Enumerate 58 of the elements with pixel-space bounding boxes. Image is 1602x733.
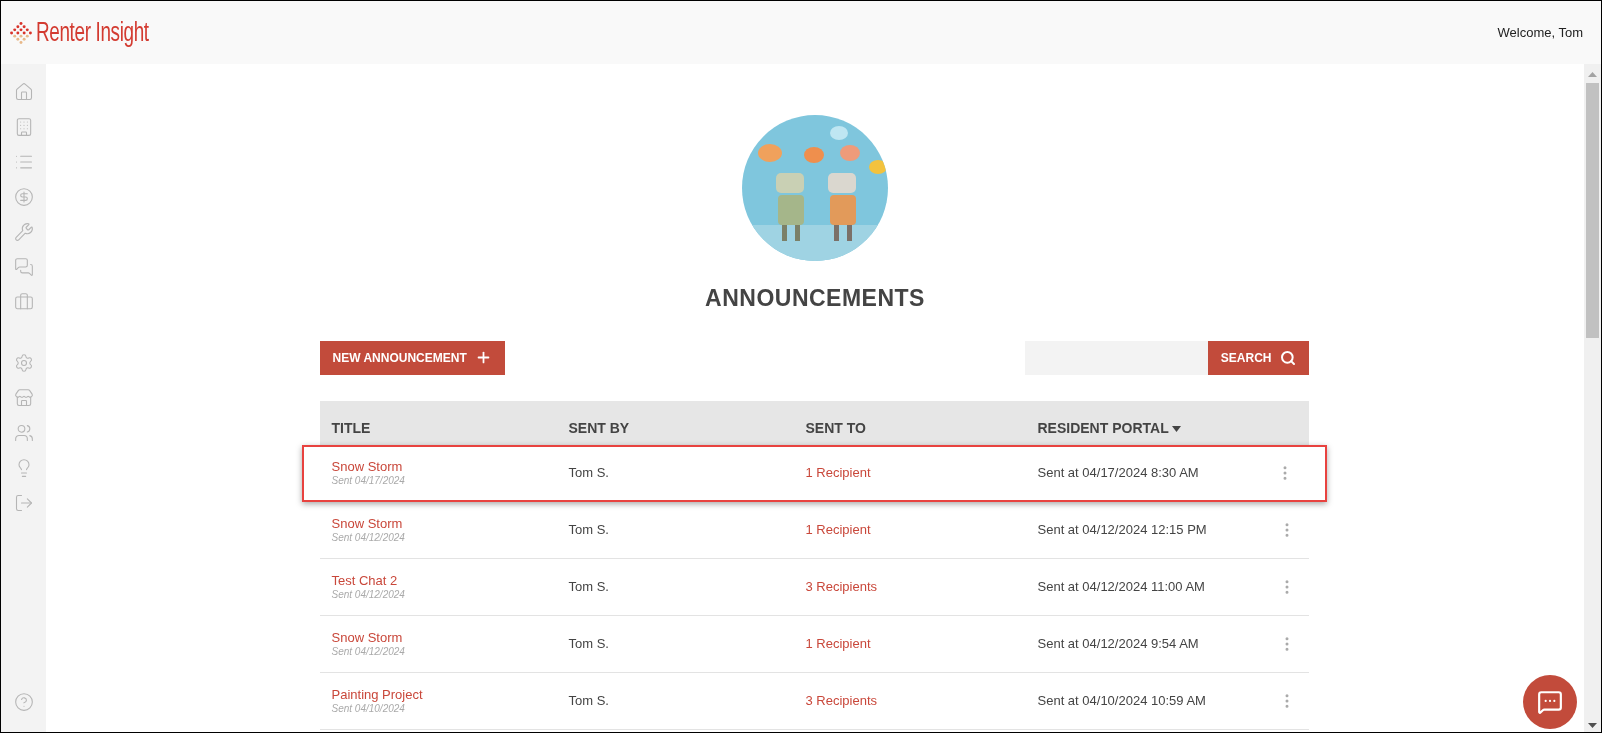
scroll-up-icon[interactable] <box>1588 72 1597 77</box>
portal-status-text: Sent at 04/12/2024 12:15 PM <box>1037 520 1208 539</box>
chat-button[interactable] <box>1523 675 1577 729</box>
portal-status-text: Sent at 04/10/2024 10:59 AM <box>1037 691 1207 710</box>
store-icon[interactable] <box>13 388 34 408</box>
portal-status-text: Sent at 04/12/2024 9:54 AM <box>1037 634 1200 653</box>
search-button[interactable]: SEARCH <box>1207 340 1309 375</box>
sender-text: Tom S. <box>568 691 610 710</box>
announcement-title-link[interactable]: Snow Storm <box>331 459 569 475</box>
sent-date: Sent 04/17/2024 <box>331 475 406 487</box>
logout-icon[interactable] <box>13 493 34 513</box>
recipients-link[interactable]: 3 Recipients <box>805 690 1038 711</box>
column-header[interactable]: TITLE <box>331 418 569 439</box>
column-header[interactable]: SENT BY <box>568 418 806 439</box>
announcement-title-link[interactable]: Snow Storm <box>331 629 569 646</box>
table-row[interactable]: Snow Storm Sent 04/12/2024 Tom S. 1 Recipient Sent at 04/12/2024 9:54 AM <box>319 615 1309 673</box>
logo-icon <box>10 20 32 45</box>
logo-text: Renter Insight <box>36 16 149 50</box>
announcement-title-link[interactable]: Snow Storm <box>331 515 569 532</box>
column-header[interactable]: RESIDENT PORTAL <box>1037 418 1265 439</box>
table-row[interactable]: Snow Storm Sent 04/17/2024 Tom S. 1 Recipient Sent at 04/17/2024 8:30 AM <box>301 444 1327 502</box>
column-header[interactable]: SENT TO <box>805 418 1038 439</box>
sent-date: Sent 04/10/2024 <box>331 702 406 715</box>
scroll-down-icon[interactable] <box>1588 723 1597 728</box>
chat-icon <box>1537 689 1563 715</box>
table-row[interactable]: Test Chat 2 Sent 04/12/2024 Tom S. 3 Recipients Sent at 04/12/2024 11:00 AM <box>319 558 1309 616</box>
scrollbar[interactable] <box>1584 64 1601 732</box>
recipients-link[interactable]: 1 Recipient <box>805 463 1038 483</box>
sent-date: Sent 04/12/2024 <box>331 531 406 544</box>
search-field[interactable] <box>1024 340 1208 375</box>
table-row[interactable]: Painting Project Sent 04/10/2024 Tom S. 3 Recipients Sent at 04/10/2024 10:59 AM <box>319 672 1309 730</box>
sender-text: Tom S. <box>568 464 610 483</box>
recipients-link[interactable]: 1 Recipient <box>805 519 1038 540</box>
users-icon[interactable] <box>13 423 34 443</box>
portal-status-text: Sent at 04/17/2024 8:30 AM <box>1037 464 1200 483</box>
search-icon <box>1279 349 1296 366</box>
sender-text: Tom S. <box>568 577 610 596</box>
wrench-icon[interactable] <box>13 222 34 242</box>
welcome-text: Welcome, Tom <box>1497 23 1583 42</box>
help-icon[interactable] <box>13 692 34 712</box>
dollar-icon[interactable] <box>13 187 34 207</box>
announcement-title-link[interactable]: Painting Project <box>331 686 569 703</box>
recipients-link[interactable]: 1 Recipient <box>805 633 1038 654</box>
new-announcement-button[interactable]: NEW ANNOUNCEMENT <box>319 340 505 375</box>
sender-text: Tom S. <box>568 634 610 653</box>
sent-date: Sent 04/12/2024 <box>331 588 406 601</box>
home-icon[interactable] <box>13 82 34 102</box>
sender-text: Tom S. <box>568 520 610 539</box>
scrollbar-thumb[interactable] <box>1586 83 1599 338</box>
sort-caret-icon <box>1171 425 1181 432</box>
announcement-title-link[interactable]: Test Chat 2 <box>331 572 569 589</box>
chat-icon[interactable] <box>13 257 34 277</box>
page-title: ANNOUNCEMENTS <box>705 284 925 313</box>
sent-date: Sent 04/12/2024 <box>331 645 406 658</box>
table-row[interactable]: Snow Storm Sent 04/12/2024 Tom S. 1 Recipient Sent at 04/12/2024 12:15 PM <box>319 501 1309 559</box>
settings-icon[interactable] <box>13 353 34 373</box>
portal-status-text: Sent at 04/12/2024 11:00 AM <box>1037 577 1206 596</box>
recipients-link[interactable]: 3 Recipients <box>805 576 1038 597</box>
